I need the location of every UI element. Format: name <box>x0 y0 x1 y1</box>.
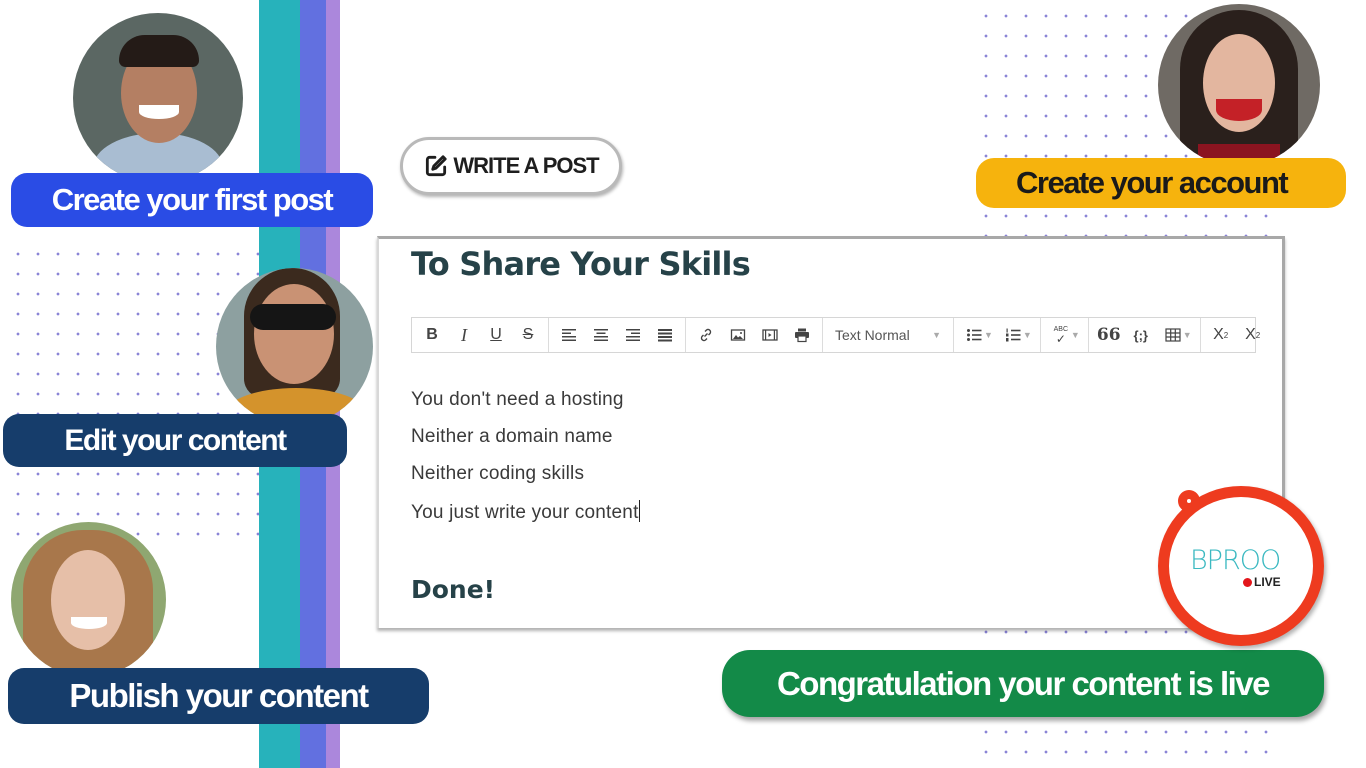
post-editor: To Share Your Skills B I U S Text Normal… <box>377 236 1285 628</box>
subscript-icon[interactable]: X2 <box>1205 318 1237 352</box>
avatar-man <box>73 13 243 183</box>
avatar-face <box>51 550 125 650</box>
toolbar-group-text-style: B I U S <box>412 318 549 352</box>
video-icon[interactable] <box>754 318 786 352</box>
editor-toolbar: B I U S Text Normal ▼ ▼ ▼ ABC ✓ ▼ 66 {;}… <box>411 317 1260 353</box>
editor-content[interactable]: You don't need a hosting Neither a domai… <box>411 389 640 537</box>
toolbar-group-lists: ▼ ▼ <box>954 318 1041 352</box>
content-done-heading: Done! <box>411 575 496 604</box>
step-content-live: Congratulation your content is live <box>722 650 1324 717</box>
print-icon[interactable] <box>786 318 818 352</box>
underline-icon[interactable]: U <box>480 318 512 352</box>
write-a-post-button[interactable]: WRITE A POST <box>400 137 622 195</box>
toolbar-group-blocks: 66 {;} ▼ <box>1089 318 1201 352</box>
avatar-woman-sunglasses <box>216 268 373 425</box>
toolbar-group-format: Text Normal ▼ <box>823 318 954 352</box>
align-right-icon[interactable] <box>617 318 649 352</box>
bproo-logo-text: BPROO <box>1190 545 1281 576</box>
text-format-value: Text Normal <box>835 327 910 343</box>
avatar-smile <box>139 105 179 119</box>
edit-square-icon <box>426 155 447 177</box>
chevron-down-icon[interactable]: ▼ <box>1183 330 1192 340</box>
avatar-woman-smiling <box>11 522 166 677</box>
code-icon[interactable]: {;} <box>1125 318 1157 352</box>
bold-icon[interactable]: B <box>416 318 448 352</box>
content-line-last: You just write your content <box>411 500 640 537</box>
toolbar-group-align <box>549 318 686 352</box>
logo-knob <box>1178 490 1200 512</box>
post-title[interactable]: To Share Your Skills <box>411 245 751 283</box>
align-center-icon[interactable] <box>585 318 617 352</box>
live-badge: LIVE <box>1243 575 1281 589</box>
chevron-down-icon[interactable]: ▼ <box>1023 330 1032 340</box>
align-justify-icon[interactable] <box>649 318 681 352</box>
image-icon[interactable] <box>722 318 754 352</box>
live-label: LIVE <box>1254 575 1281 589</box>
superscript-icon[interactable]: X2 <box>1237 318 1269 352</box>
avatar-sunglasses <box>250 304 336 330</box>
avatar-woman-laughing <box>1158 4 1320 166</box>
content-line: Neither coding skills <box>411 463 585 484</box>
toolbar-group-insert <box>686 318 823 352</box>
toolbar-group-spell: ABC ✓ ▼ <box>1041 318 1089 352</box>
chevron-down-icon[interactable]: ▼ <box>984 330 993 340</box>
content-line-text: You just write your content <box>411 502 639 523</box>
align-left-icon[interactable] <box>553 318 585 352</box>
link-icon[interactable] <box>690 318 722 352</box>
strikethrough-icon[interactable]: S <box>512 318 544 352</box>
toolbar-group-script: X2 X2 <box>1201 318 1273 352</box>
avatar-face <box>254 284 334 384</box>
step-create-account: Create your account <box>976 158 1346 208</box>
italic-icon[interactable]: I <box>448 318 480 352</box>
text-cursor <box>638 500 640 522</box>
text-format-select[interactable]: Text Normal ▼ <box>827 318 949 352</box>
avatar-hair <box>119 35 199 67</box>
live-dot-icon <box>1243 577 1252 587</box>
blockquote-icon[interactable]: 66 <box>1093 318 1125 352</box>
chevron-down-icon: ▼ <box>932 330 941 340</box>
write-a-post-label: WRITE A POST <box>453 153 599 178</box>
dot-pattern-left <box>8 244 260 538</box>
content-line: Neither a domain name <box>411 426 613 447</box>
step-publish-content: Publish your content <box>8 668 429 724</box>
chevron-down-icon[interactable]: ▼ <box>1071 330 1080 340</box>
step-edit-content: Edit your content <box>3 414 347 467</box>
check-icon: ✓ <box>1055 331 1066 346</box>
step-create-first-post: Create your first post <box>11 173 373 227</box>
avatar-smile <box>71 617 107 629</box>
avatar-smile <box>1216 99 1262 121</box>
content-line: You don't need a hosting <box>411 389 624 410</box>
